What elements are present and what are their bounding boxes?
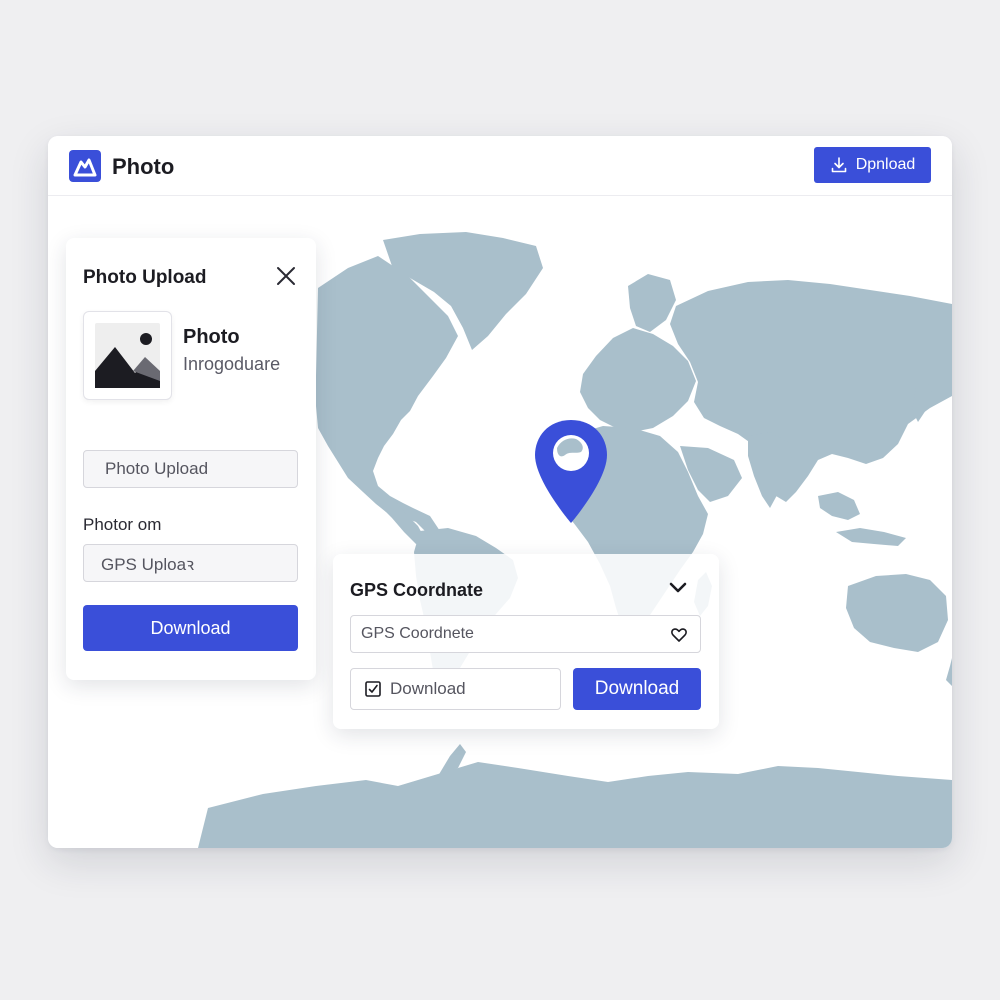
north-america-landmass xyxy=(316,256,458,534)
file-subtitle: Inrogoduare xyxy=(183,354,281,374)
indonesia-islands xyxy=(836,528,906,546)
section-label: Photor om xyxy=(83,515,162,534)
gps-coordinate-value: GPS Coordnete xyxy=(361,625,474,642)
antarctica-landmass xyxy=(198,762,952,848)
download-button[interactable]: Download xyxy=(83,605,298,651)
file-name: Photo xyxy=(183,326,240,348)
gps-panel-title: GPS Coordnate xyxy=(350,580,484,600)
australia-landmass xyxy=(846,574,948,652)
header-download-label: Dpnload xyxy=(855,156,916,173)
upload-panel-title: Photo Upload xyxy=(83,267,207,288)
chevron-down-icon[interactable] xyxy=(666,576,690,600)
gps-coordinate-panel: GPS Coordnate GPS Coordnete Download Dow… xyxy=(333,554,719,729)
header-download-button[interactable]: Dpnload xyxy=(814,147,931,183)
secondary-download-button[interactable]: Download xyxy=(350,668,561,710)
new-zealand-islands xyxy=(946,658,952,686)
photo-upload-panel: Photo Upload Photo Inrogoduare Photo Upl… xyxy=(66,238,316,680)
gps-upload-field[interactable]: GPS Uploaꝛ xyxy=(83,544,298,582)
app-window: Photo Dpnload Photo Upload Photo Inrogod… xyxy=(48,136,952,848)
app-header: Photo Dpnload xyxy=(48,136,952,196)
southeast-asia-islands xyxy=(818,492,860,520)
gps-download-button[interactable]: Download xyxy=(573,668,701,710)
image-icon xyxy=(95,323,160,388)
close-icon[interactable] xyxy=(274,264,298,288)
mountain-logo-icon xyxy=(69,150,101,182)
app-title: Photo xyxy=(112,154,175,179)
secondary-download-label: Download xyxy=(390,679,466,698)
photo-upload-field[interactable]: Photo Upload xyxy=(83,450,298,488)
heart-icon[interactable] xyxy=(670,626,688,644)
scandinavia-landmass xyxy=(628,274,676,332)
gps-coordinate-input[interactable]: GPS Coordnete xyxy=(350,615,701,653)
download-icon xyxy=(831,157,846,173)
checkbox-icon xyxy=(365,681,381,697)
photo-thumbnail[interactable] xyxy=(83,311,172,400)
